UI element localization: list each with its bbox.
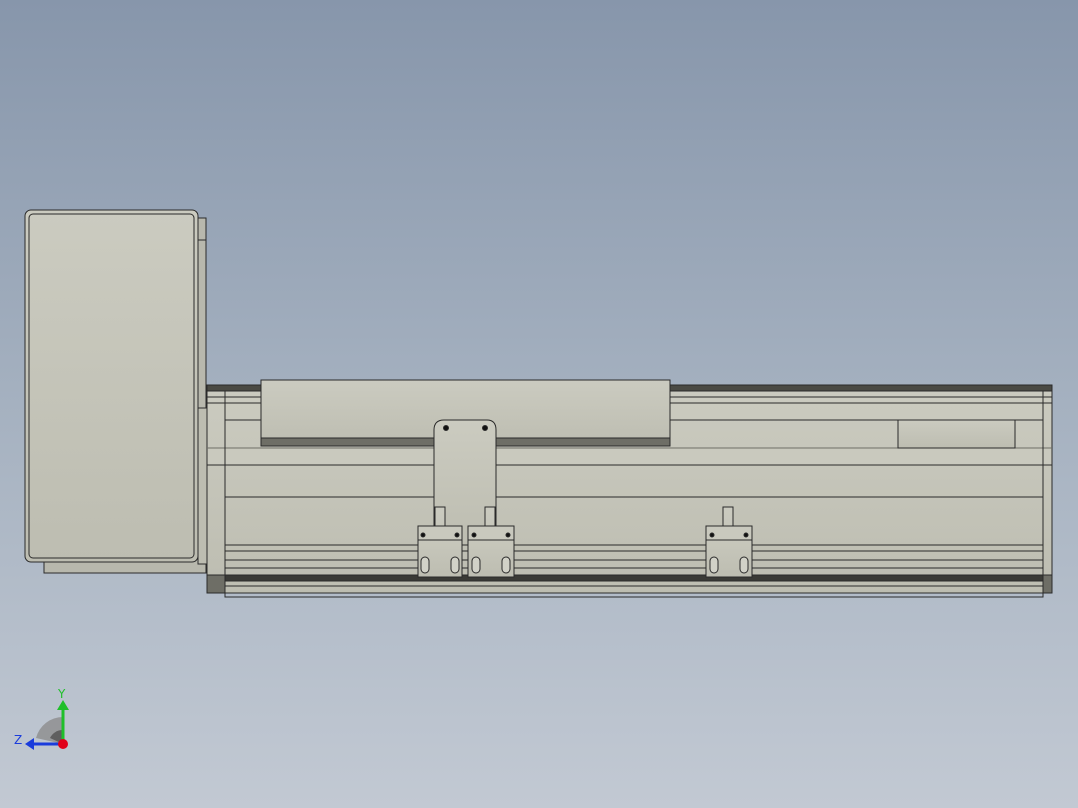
- linear-actuator-model[interactable]: [0, 0, 1078, 808]
- x-axis-origin-icon: [58, 739, 68, 749]
- z-axis-label: Z: [14, 733, 22, 747]
- y-axis-arrow-icon: [57, 700, 69, 710]
- y-axis-label: Y: [57, 687, 66, 701]
- graphics-viewport[interactable]: Y Z: [0, 0, 1078, 808]
- z-axis-arrow-icon: [25, 738, 34, 750]
- reference-triad: Y Z: [14, 687, 69, 750]
- motor-housing[interactable]: [24, 209, 209, 574]
